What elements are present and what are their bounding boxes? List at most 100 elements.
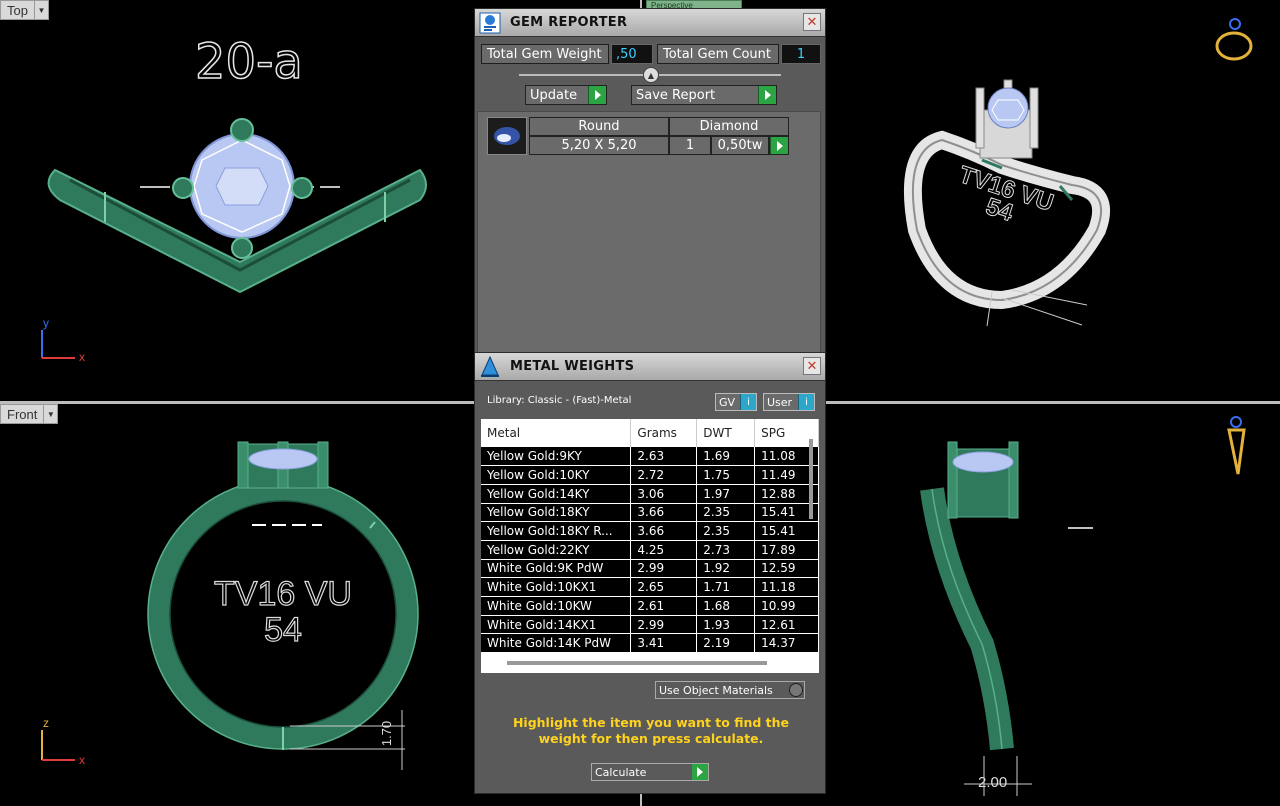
metal-weights-title: METAL WEIGHTS [510,359,635,374]
chevron-down-icon[interactable]: ▼ [43,405,57,423]
gv-selector[interactable]: GV i [715,393,757,411]
column-header-metal[interactable]: Metal [481,419,632,447]
axis-label-z: z [43,716,49,730]
top-view-annotation: 20-a [194,33,303,91]
dwt: 1.75 [696,465,756,485]
slider-handle[interactable]: ▲ [643,67,659,83]
metal-name: Yellow Gold:18KY R... [481,521,632,541]
column-header-grams[interactable]: Grams [630,419,698,447]
dimension-label: 1.70 [379,720,395,747]
gem-reporter-titlebar[interactable]: GEM REPORTER ✕ [475,9,825,37]
info-icon: i [740,394,756,410]
dwt: 1.97 [696,484,756,504]
table-row[interactable]: White Gold:10KW 2.61 1.68 10.99 [481,596,819,616]
column-header-dwt[interactable]: DWT [696,419,756,447]
update-button[interactable]: Update [525,85,607,105]
table-row[interactable]: White Gold:14KX1 2.99 1.93 12.61 [481,615,819,635]
engraving-line2: 54 [263,611,302,649]
metal-name: White Gold:10KX1 [481,577,632,597]
grams: 3.41 [630,633,698,654]
instruction-text: Highlight the item you want to find the … [512,715,790,746]
dwt: 1.93 [696,615,756,635]
axis-label-x: x [79,753,85,767]
gem-detail-button[interactable] [769,136,789,155]
metal-name: Yellow Gold:22KY [481,540,632,560]
axis-label-x: x [79,350,85,364]
viewport-front-label: Front [7,406,38,422]
table-header-row: Metal Grams DWT SPG [481,419,819,447]
metal-name: Yellow Gold:18KY [481,503,632,523]
metal-name: Yellow Gold:9KY [481,447,632,467]
metal-name: White Gold:14K PdW [481,633,632,654]
spg: 15.41 [754,521,819,541]
use-object-materials-label: Use Object Materials [659,683,773,697]
spg: 10.99 [754,596,819,616]
vertical-scrollbar[interactable] [809,439,813,519]
grams: 2.61 [630,596,698,616]
total-gem-count-value[interactable]: 1 [781,44,821,64]
close-icon[interactable]: ✕ [803,13,821,31]
table-row[interactable]: White Gold:9K PdW 2.99 1.92 12.59 [481,559,819,579]
user-selector[interactable]: User i [763,393,815,411]
gem-count: 1 [669,136,711,155]
play-icon [588,86,606,104]
gem-shape: Round [529,117,669,136]
gem-report-icon [478,11,502,35]
play-icon [758,86,776,104]
grams: 2.99 [630,559,698,579]
table-row[interactable]: Yellow Gold:18KY 3.66 2.35 15.41 [481,503,819,523]
dwt: 2.35 [696,503,756,523]
gem-weight: 0,50tw [711,136,769,155]
grams: 4.25 [630,540,698,560]
save-report-button[interactable]: Save Report [631,85,777,105]
spg: 12.59 [754,559,819,579]
engraving-line1: TV16 VU [213,575,352,613]
table-row[interactable]: White Gold:10KX1 2.65 1.71 11.18 [481,577,819,597]
save-report-button-label: Save Report [636,87,716,103]
metal-weights-titlebar[interactable]: METAL WEIGHTS ✕ [475,353,825,381]
user-label: User [767,395,793,409]
metal-name: Yellow Gold:14KY [481,484,632,504]
play-icon [692,764,708,780]
viewport-front-menu[interactable]: Front ▼ [0,404,59,424]
grams: 3.66 [630,503,698,523]
use-object-materials-toggle[interactable]: Use Object Materials [655,681,805,699]
table-row[interactable]: Yellow Gold:10KY 2.72 1.75 11.49 [481,465,819,485]
dwt: 2.19 [696,633,756,654]
total-gem-weight-value[interactable]: ,50 [611,44,653,64]
table-row[interactable]: Yellow Gold:22KY 4.25 2.73 17.89 [481,540,819,560]
metal-name: White Gold:9K PdW [481,559,632,579]
table-row[interactable]: White Gold:14K PdW 3.41 2.19 14.37 [481,633,819,654]
chevron-down-icon[interactable]: ▼ [33,1,48,19]
scale-icon [478,355,502,379]
info-icon: i [798,394,814,410]
total-gem-count-label: Total Gem Count [657,44,779,64]
grams: 2.72 [630,465,698,485]
radio-icon[interactable] [789,683,803,697]
library-label: Library: Classic - (Fast)-Metal [487,395,632,406]
dimension-label: 2.00 [978,774,1008,791]
horizontal-scrollbar[interactable] [507,661,767,665]
table-row[interactable]: Yellow Gold:18KY R... 3.66 2.35 15.41 [481,521,819,541]
dwt: 2.73 [696,540,756,560]
gem-reporter-panel[interactable]: GEM REPORTER ✕ Total Gem Weight ,50 Tota… [474,8,826,356]
metal-name: Yellow Gold:10KY [481,465,632,485]
metal-weights-panel[interactable]: METAL WEIGHTS ✕ Library: Classic - (Fast… [474,352,826,794]
spg: 11.18 [754,577,819,597]
grams: 3.06 [630,484,698,504]
dwt: 1.68 [696,596,756,616]
metal-weights-table[interactable]: Metal Grams DWT SPG Yellow Gold:9KY 2.63 1… [481,419,819,673]
round-gem-icon[interactable] [487,117,527,155]
viewport-top-menu[interactable]: Top ▼ [0,0,49,20]
calculate-button[interactable]: Calculate [591,763,709,781]
close-icon[interactable]: ✕ [803,357,821,375]
grams: 2.65 [630,577,698,597]
dwt: 1.71 [696,577,756,597]
gem-type: Diamond [669,117,789,136]
grams: 2.99 [630,615,698,635]
dwt: 2.35 [696,521,756,541]
table-row[interactable]: Yellow Gold:14KY 3.06 1.97 12.88 [481,484,819,504]
dwt: 1.69 [696,447,756,467]
engraving-text: TV16 VU 54 [210,575,356,649]
table-row[interactable]: Yellow Gold:9KY 2.63 1.69 11.08 [481,447,819,467]
